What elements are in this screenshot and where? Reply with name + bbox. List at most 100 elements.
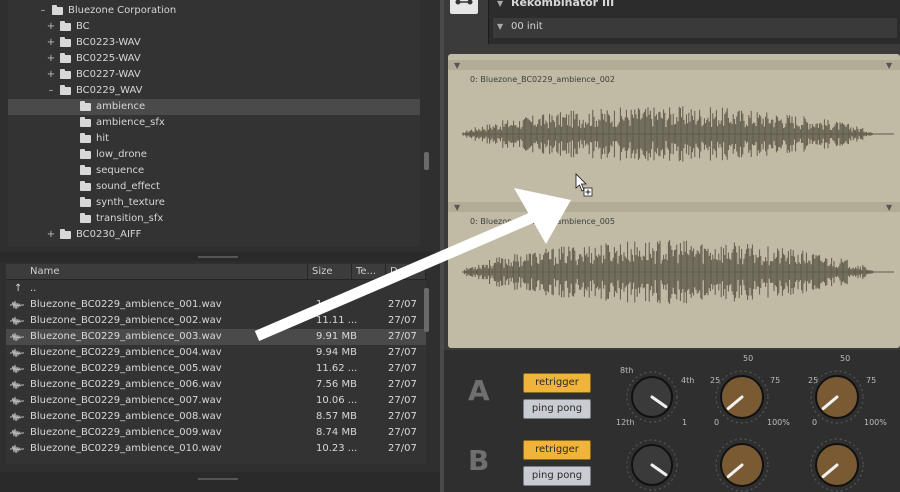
tree-item[interactable]: synth_texture (8, 195, 420, 211)
file-size: 10.06 ... (316, 395, 358, 406)
folder-icon (80, 149, 91, 159)
tree-item-label: sequence (96, 165, 145, 176)
sample-slot-a[interactable]: ▼ ▼ 0: Bluezone_BC0229_ambience_002 (448, 60, 900, 198)
routing-button[interactable] (450, 0, 478, 14)
file-size: 1... (316, 299, 332, 310)
rotary-knob[interactable] (715, 370, 769, 424)
file-name: Bluezone_BC0229_ambience_006.wav (30, 379, 222, 390)
patch-menu-icon[interactable]: ▼ (497, 0, 503, 8)
file-date: 27/07 (388, 443, 417, 454)
file-row[interactable]: Bluezone_BC0229_ambience_008.wav 8.57 MB 2… (6, 409, 426, 425)
tree-item-label: ambience (96, 101, 146, 112)
expand-icon[interactable]: + (46, 67, 56, 83)
file-size: 8.57 MB (316, 411, 357, 422)
audio-file-icon (10, 348, 24, 358)
rotary-knob[interactable] (810, 438, 864, 492)
tree-item[interactable]: low_drone (8, 147, 420, 163)
file-name: Bluezone_BC0229_ambience_004.wav (30, 347, 222, 358)
end-marker-icon[interactable]: ▼ (886, 61, 892, 70)
tree-item[interactable]: + BC0225-WAV (8, 51, 420, 67)
file-list-scrollbar[interactable] (424, 288, 429, 332)
file-row[interactable]: Bluezone_BC0229_ambience_005.wav 11.62 ..… (6, 361, 426, 377)
expand-icon[interactable]: + (46, 35, 56, 51)
file-row[interactable]: Bluezone_BC0229_ambience_009.wav 8.74 MB 2… (6, 425, 426, 441)
file-name: Bluezone_BC0229_ambience_008.wav (30, 411, 222, 422)
folder-tree: – Bluezone Corporation + BC + BC0223-WAV + BC02… (8, 0, 420, 246)
collapse-icon[interactable]: – (46, 83, 56, 99)
start-marker-icon[interactable]: ▼ (454, 203, 460, 212)
file-row[interactable]: Bluezone_BC0229_ambience_002.wav 11.11 ..… (6, 313, 426, 329)
bottom-splitter[interactable] (0, 472, 440, 492)
tree-item-label: Bluezone Corporation (68, 5, 177, 16)
file-size: 9.94 MB (316, 347, 357, 358)
preset-dropdown-icon: ▼ (497, 22, 504, 31)
file-name: Bluezone_BC0229_ambience_001.wav (30, 299, 222, 310)
folder-icon (60, 85, 71, 95)
file-list-header: Name Size Te... D... (6, 264, 426, 280)
tree-item[interactable]: – BC0229_WAV (8, 83, 420, 99)
file-row[interactable]: Bluezone_BC0229_ambience_007.wav 10.06 ..… (6, 393, 426, 409)
preset-name: 00 init (511, 21, 543, 32)
end-marker-icon[interactable]: ▼ (886, 203, 892, 212)
folder-icon (60, 37, 71, 47)
tree-item[interactable]: + BC0227-WAV (8, 67, 420, 83)
tree-item-label: transition_sfx (96, 213, 164, 224)
expand-icon[interactable]: + (46, 19, 56, 35)
rotary-knob[interactable] (715, 438, 769, 492)
audio-file-icon (10, 332, 24, 342)
tree-item-label: BC0227-WAV (76, 69, 141, 80)
tree-item-label: synth_texture (96, 197, 165, 208)
tree-item-label: BC0225-WAV (76, 53, 141, 64)
folder-icon (60, 229, 71, 239)
tree-item[interactable]: – Bluezone Corporation (8, 3, 420, 19)
instrument-title: Rekombinator III (511, 0, 615, 9)
audio-file-icon (10, 364, 24, 374)
tree-item[interactable]: + BC0223-WAV (8, 35, 420, 51)
tree-item[interactable]: hit (8, 131, 420, 147)
tree-scrollbar[interactable] (424, 152, 429, 170)
tree-item[interactable]: ambience_sfx (8, 115, 420, 131)
tree-item[interactable]: + BC0230_AIFF (8, 227, 420, 243)
audio-file-icon (10, 396, 24, 406)
tree-item[interactable]: sound_effect (8, 179, 420, 195)
tree-item-label: hit (96, 133, 110, 144)
tree-item-label: sound_effect (96, 181, 160, 192)
sample-drop-area[interactable]: ▼ ▼ 0: Bluezone_BC0229_ambience_002 ▼ ▼ … (448, 54, 900, 348)
file-row[interactable]: Bluezone_BC0229_ambience_001.wav 1... 27/0… (6, 297, 426, 313)
tree-item[interactable]: ambience (8, 99, 420, 115)
expand-icon[interactable]: + (46, 51, 56, 67)
column-date[interactable]: D... (386, 264, 426, 280)
column-size[interactable]: Size (308, 264, 352, 280)
file-date: 27/07 (388, 315, 417, 326)
file-name: Bluezone_BC0229_ambience_003.wav (30, 331, 222, 342)
file-size: 7.56 MB (316, 379, 357, 390)
file-row[interactable]: Bluezone_BC0229_ambience_006.wav 7.56 MB 2… (6, 377, 426, 393)
preset-selector[interactable]: ▼ 00 init (493, 18, 897, 38)
rotary-knob[interactable] (810, 370, 864, 424)
parent-directory-row[interactable]: ↑ .. (6, 281, 426, 297)
folder-icon (52, 5, 63, 15)
collapse-icon[interactable]: – (38, 3, 48, 19)
tree-item[interactable]: transition_sfx (8, 211, 420, 227)
column-name[interactable]: Name (26, 264, 308, 280)
column-tempo[interactable]: Te... (352, 264, 386, 280)
tree-item[interactable]: + BC (8, 19, 420, 35)
file-row[interactable]: Bluezone_BC0229_ambience_004.wav 9.94 MB 2… (6, 345, 426, 361)
browser-splitter[interactable] (0, 252, 440, 262)
browser-panel: – Bluezone Corporation + BC + BC0223-WAV + BC02… (0, 0, 440, 492)
folder-icon (80, 165, 91, 175)
audio-file-icon (10, 428, 24, 438)
patch-header: ▼ Rekombinator III ▼ 00 init (488, 0, 900, 44)
tree-item-label: BC0223-WAV (76, 37, 141, 48)
tree-item[interactable]: sequence (8, 163, 420, 179)
file-row[interactable]: Bluezone_BC0229_ambience_010.wav 10.23 ..… (6, 441, 426, 457)
up-arrow-icon: ↑ (14, 283, 23, 294)
file-date: 27/07 (388, 379, 417, 390)
expand-icon[interactable]: + (46, 227, 56, 243)
sample-slot-b[interactable]: ▼ ▼ 0: Bluezone_BC0229_ambience_005 (448, 202, 900, 348)
start-marker-icon[interactable]: ▼ (454, 61, 460, 70)
tree-item-label: BC0229_WAV (76, 85, 143, 96)
rotary-knob[interactable] (626, 439, 678, 491)
file-row[interactable]: Bluezone_BC0229_ambience_003.wav 9.91 MB 2… (6, 329, 426, 345)
rotary-knob[interactable] (626, 371, 678, 423)
